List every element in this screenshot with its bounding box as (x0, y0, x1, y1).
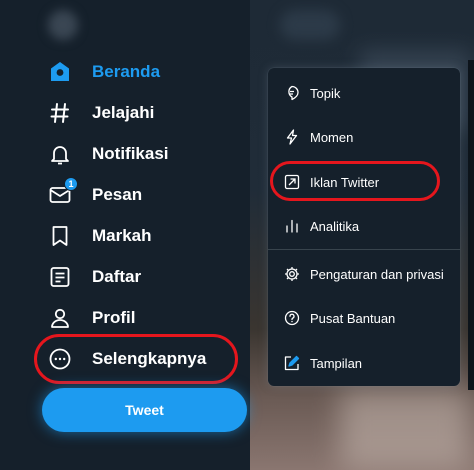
sidebar-item-label: Jelajahi (92, 103, 155, 122)
hashtag-icon (46, 99, 74, 127)
menu-item-label: Topik (310, 85, 341, 101)
menu-item-topik[interactable]: Topik (268, 73, 460, 113)
sidebar-item-jelajahi[interactable]: Jelajahi (46, 96, 154, 130)
sidebar-item-label: Pesan (92, 185, 143, 204)
menu-item-tampilan[interactable]: Tampilan (268, 343, 460, 383)
sidebar-item-notifikasi[interactable]: Notifikasi (46, 137, 169, 171)
user-icon (46, 304, 74, 332)
menu-shadow-edge (468, 60, 474, 390)
sidebar-item-label: Beranda (92, 62, 161, 81)
menu-item-pusat-bantuan[interactable]: Pusat Bantuan (268, 298, 460, 338)
menu-item-label: Momen (310, 129, 354, 145)
menu-item-label: Tampilan (310, 355, 363, 371)
tweet-button[interactable]: Tweet (42, 388, 247, 432)
topic-icon (284, 85, 300, 101)
sidebar-item-label: Profil (92, 308, 136, 327)
sidebar-item-profil[interactable]: Profil (46, 301, 135, 335)
display-edit-icon (284, 355, 300, 371)
menu-item-pengaturan[interactable]: Pengaturan dan privasi (268, 254, 460, 294)
sidebar-item-pesan[interactable]: 1 Pesan (46, 177, 143, 212)
menu-item-label: Pusat Bantuan (310, 310, 396, 326)
bookmark-icon (46, 222, 74, 250)
bell-icon (46, 140, 74, 168)
help-icon (284, 310, 300, 326)
sidebar-item-label: Daftar (92, 267, 142, 286)
menu-item-analitika[interactable]: Analitika (268, 206, 460, 246)
twitter-logo-icon[interactable] (48, 10, 78, 40)
highlight-annotation (34, 334, 238, 384)
menu-item-label: Analitika (310, 218, 360, 234)
gear-icon (284, 266, 300, 282)
background-blur (280, 10, 340, 40)
list-icon (46, 263, 74, 291)
highlight-annotation (270, 161, 440, 201)
mail-icon: 1 (46, 177, 78, 209)
sidebar-item-label: Notifikasi (92, 144, 169, 163)
sidebar: Beranda Jelajahi Notifikasi 1 Pesan Mark… (0, 0, 260, 470)
bar-chart-icon (284, 218, 300, 234)
home-icon (46, 58, 74, 86)
sidebar-item-daftar[interactable]: Daftar (46, 260, 141, 294)
sidebar-item-beranda[interactable]: Beranda (46, 55, 160, 89)
menu-item-momen[interactable]: Momen (268, 117, 460, 157)
menu-item-label: Pengaturan dan privasi (310, 266, 444, 282)
unread-badge: 1 (64, 177, 78, 191)
lightning-icon (284, 129, 300, 145)
background-blur (340, 390, 470, 470)
sidebar-item-label: Markah (92, 226, 152, 245)
menu-divider (268, 249, 460, 250)
sidebar-item-markah[interactable]: Markah (46, 219, 152, 253)
more-menu: Topik Momen Iklan Twitter Analitika Peng… (268, 68, 460, 386)
